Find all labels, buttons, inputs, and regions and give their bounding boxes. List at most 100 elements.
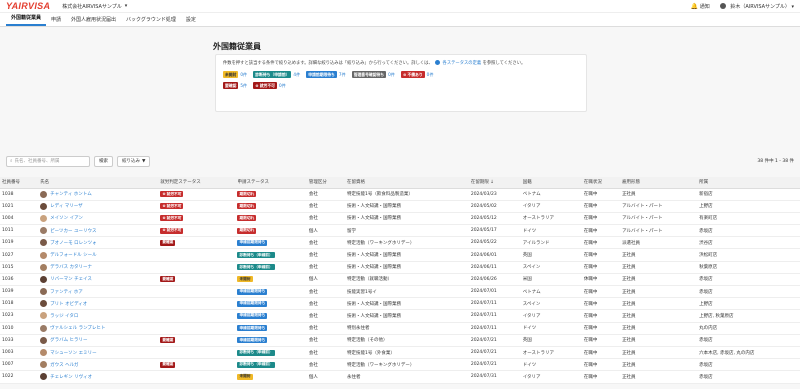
status-chip-count[interactable]: 0件 bbox=[279, 83, 286, 89]
nationality: ドイツ bbox=[520, 358, 582, 372]
table-row[interactable]: 1038 チャンティ ホントム ⊗ 就労不可 期限切れ 会社 特定技能1号（飲食料品製造業… bbox=[0, 188, 800, 201]
column-header[interactable]: 就労判定ステータス bbox=[158, 177, 236, 189]
notification-button[interactable]: 🔔 通知 bbox=[691, 3, 710, 10]
table-row[interactable]: 1021 レディ マリーザ ⊗ 就労不可 期限切れ 会社 技術・人文知識・国際業務 2024… bbox=[0, 200, 800, 213]
nationality: スペイン bbox=[520, 261, 582, 274]
user-icon bbox=[719, 3, 726, 9]
tab-4[interactable]: 設定 bbox=[181, 16, 201, 26]
status-chip-count[interactable]: 4件 bbox=[293, 72, 300, 78]
apply-status-badge: 期限切れ bbox=[237, 215, 257, 222]
status-chip: 診断待ち（申請前） bbox=[253, 71, 292, 78]
employee-name-link[interactable]: リバーマン チェイス bbox=[40, 275, 156, 283]
table-row[interactable]: 1003 マシューソン エミリー 診断待ち（申請前） 会社 特定技能1号（外食業） 202… bbox=[0, 346, 800, 360]
status-chip-count[interactable]: 0件 bbox=[427, 72, 434, 78]
employee-name-link[interactable]: デルフォードル シール bbox=[40, 251, 156, 259]
employee-id: 1007 bbox=[0, 358, 39, 372]
avatar bbox=[40, 275, 48, 283]
apply-status-badge: 診断待ち（申請前） bbox=[237, 361, 275, 368]
department: 上野店, 秋葉原店 bbox=[697, 309, 800, 323]
column-header[interactable]: 在職状況 bbox=[581, 177, 621, 189]
column-header[interactable]: 在留期限 ↓ bbox=[468, 177, 521, 189]
table-row[interactable]: 1023 ラッジ イタロ 申請前期限待ち 会社 技術・人文知識・国際業務 2024/07/… bbox=[0, 309, 800, 323]
employment-status: 在職中 bbox=[581, 236, 621, 250]
tab-3[interactable]: バックグラウンド処理 bbox=[121, 16, 181, 26]
apply-status-cell: 未開封 bbox=[235, 370, 307, 384]
nationality: 英国 bbox=[520, 248, 582, 262]
apply-status-badge: 申請前期限待ち bbox=[237, 288, 268, 295]
search-input[interactable]: ⌕ 氏名、社員番号、所属 bbox=[6, 155, 90, 167]
department: 渋谷店 bbox=[697, 236, 800, 250]
table-row[interactable]: 1010 ヴァルシェル ランプレヒト 申請前期限待ち 会社 特別永住者 2024/07/1… bbox=[0, 322, 800, 335]
apply-status-cell: 申請前期限待ち bbox=[235, 322, 307, 335]
judge-status-badge: 要確認 bbox=[160, 239, 176, 246]
avatar bbox=[40, 336, 48, 344]
status-chip-count[interactable]: 0件 bbox=[240, 72, 247, 78]
employee-name-link[interactable]: ブオノーモ ロレンツォ bbox=[40, 239, 156, 247]
employee-name-cell: マシューソン エミリー bbox=[38, 346, 159, 360]
apply-status-cell: 診断待ち（申請前） bbox=[235, 358, 307, 372]
employee-id: 1003 bbox=[0, 346, 39, 360]
table-row[interactable]: 1027 デルフォードル シール 診断待ち（申請前） 会社 技術・人文知識・国際業務 20… bbox=[0, 248, 800, 262]
status-chip-count[interactable]: 7件 bbox=[339, 72, 346, 78]
employment-status: 在職中 bbox=[581, 212, 621, 226]
employee-name-link[interactable]: ピーツカー ユーリウス bbox=[40, 227, 156, 235]
table-row[interactable]: 1018 ブリト オビディオ 申請前期限待ち 会社 技術・人文知識・国際業務 2024/0… bbox=[0, 297, 800, 311]
employee-name-link[interactable]: ラッジ イタロ bbox=[40, 312, 156, 320]
column-header[interactable]: 雇用形態 bbox=[620, 177, 698, 189]
table-row[interactable]: 1004 メイソン イアン ⊗ 就労不可 期限切れ 会社 技術・人文知識・国際業務 2024… bbox=[0, 212, 800, 226]
residence-status: 技術・人文知識・国際業務 bbox=[345, 212, 469, 226]
employee-name-link[interactable]: チャンティ ホントム bbox=[40, 190, 156, 198]
app-logo[interactable]: YAIRVISA bbox=[6, 1, 50, 11]
chevron-down-icon: ▾ bbox=[791, 3, 794, 10]
management-type: 会社 bbox=[306, 236, 346, 250]
employment-type: 派遣社員 bbox=[620, 236, 698, 250]
column-header[interactable]: 氏名 bbox=[38, 177, 159, 189]
status-chip-count[interactable]: 5件 bbox=[240, 83, 247, 89]
filter-icon: ▼ bbox=[142, 158, 146, 164]
employee-name-link[interactable]: マシューソン エミリー bbox=[40, 349, 156, 357]
employee-name-link[interactable]: レディ マリーザ bbox=[40, 202, 156, 210]
table-row[interactable]: 1039 ファンティ ホア 申請前期限待ち 会社 技能実習1号イ 2024/07/01 ベト… bbox=[0, 285, 800, 299]
management-type: 個人 bbox=[306, 224, 346, 238]
judge-status-cell: ⊗ 就労不可 bbox=[158, 200, 236, 213]
tab-1[interactable]: 申請 bbox=[46, 16, 66, 26]
employee-name-link[interactable]: ブリト オビディオ bbox=[40, 300, 156, 308]
employee-name-link[interactable]: グラバム ヒラリー bbox=[40, 336, 156, 344]
employment-type: 正社員 bbox=[620, 297, 698, 311]
employee-name-link[interactable]: チェレギン リヴィオ bbox=[40, 373, 156, 381]
tab-2[interactable]: 外国人雇用状況届出 bbox=[66, 16, 121, 26]
column-header[interactable]: 管理区分 bbox=[306, 177, 346, 189]
company-switcher[interactable]: 株式会社AIRVISAサンプル ▾ bbox=[62, 3, 127, 10]
table-row[interactable]: 1033 グラバム ヒラリー 要確認 申請前期限待ち 会社 特定活動（その他） 2024/0… bbox=[0, 334, 800, 347]
column-header[interactable]: 社員番号 bbox=[0, 177, 39, 189]
search-button[interactable]: 検索 bbox=[94, 155, 113, 167]
tab-0[interactable]: 外国籍従業員 bbox=[6, 14, 47, 26]
filter-button[interactable]: 絞り込み ▼ bbox=[117, 155, 151, 167]
avatar bbox=[40, 324, 48, 332]
status-definition-link[interactable]: 各ステータスの定義 bbox=[443, 61, 482, 66]
table-row[interactable]: 1019 ブオノーモ ロレンツォ 要確認 申請前期限待ち 会社 特定活動（ワーキングホリデ… bbox=[0, 236, 800, 250]
avatar bbox=[40, 349, 48, 357]
residence-status: 技術・人文知識・国際業務 bbox=[345, 261, 469, 274]
status-chip-count[interactable]: 0件 bbox=[388, 72, 395, 78]
table-row[interactable]: 1022 チェレギン リヴィオ 未開封 個人 永住者 2024/07/31 イタリア 在職中正… bbox=[0, 370, 800, 384]
user-menu[interactable]: 鈴木（AIRVISAサンプル） ▾ bbox=[719, 3, 794, 10]
column-header[interactable]: 国籍 bbox=[520, 177, 582, 189]
column-header[interactable]: 所属 bbox=[697, 177, 800, 189]
table-row[interactable]: 1015 デラバス カタリーナ 診断待ち（申請前） 会社 技術・人文知識・国際業務 202… bbox=[0, 261, 800, 274]
avatar bbox=[40, 263, 48, 271]
employee-name: メイソン イアン bbox=[50, 216, 83, 222]
employee-name-link[interactable]: メイソン イアン bbox=[40, 214, 156, 222]
table-row[interactable]: 1036 リバーマン チェイス 要確認 未開封 個人 特定活動（就職活動） 2024/06/… bbox=[0, 273, 800, 287]
employee-name-link[interactable]: ファンティ ホア bbox=[40, 288, 156, 296]
employee-id: 1019 bbox=[0, 236, 39, 250]
employee-name-link[interactable]: デラバス カタリーナ bbox=[40, 263, 156, 271]
employee-name-link[interactable]: ガウス ヘルガ bbox=[40, 361, 156, 369]
apply-status-badge: 診断待ち（申請前） bbox=[237, 349, 275, 356]
table-row[interactable]: 1011 ピーツカー ユーリウス ⊗ 就労不可 期限切れ 個人 留学 2024/05/17 ド… bbox=[0, 224, 800, 238]
table-row[interactable]: 1007 ガウス ヘルガ 要確認 診断待ち（申請前） 会社 特定活動（ワーキングホリデー）… bbox=[0, 358, 800, 372]
employee-name-cell: ブオノーモ ロレンツォ bbox=[38, 236, 159, 250]
column-header[interactable]: 申請ステータス bbox=[235, 177, 307, 189]
column-header[interactable]: 在留資格 bbox=[345, 177, 469, 189]
employee-name-link[interactable]: ヴァルシェル ランプレヒト bbox=[40, 324, 156, 332]
